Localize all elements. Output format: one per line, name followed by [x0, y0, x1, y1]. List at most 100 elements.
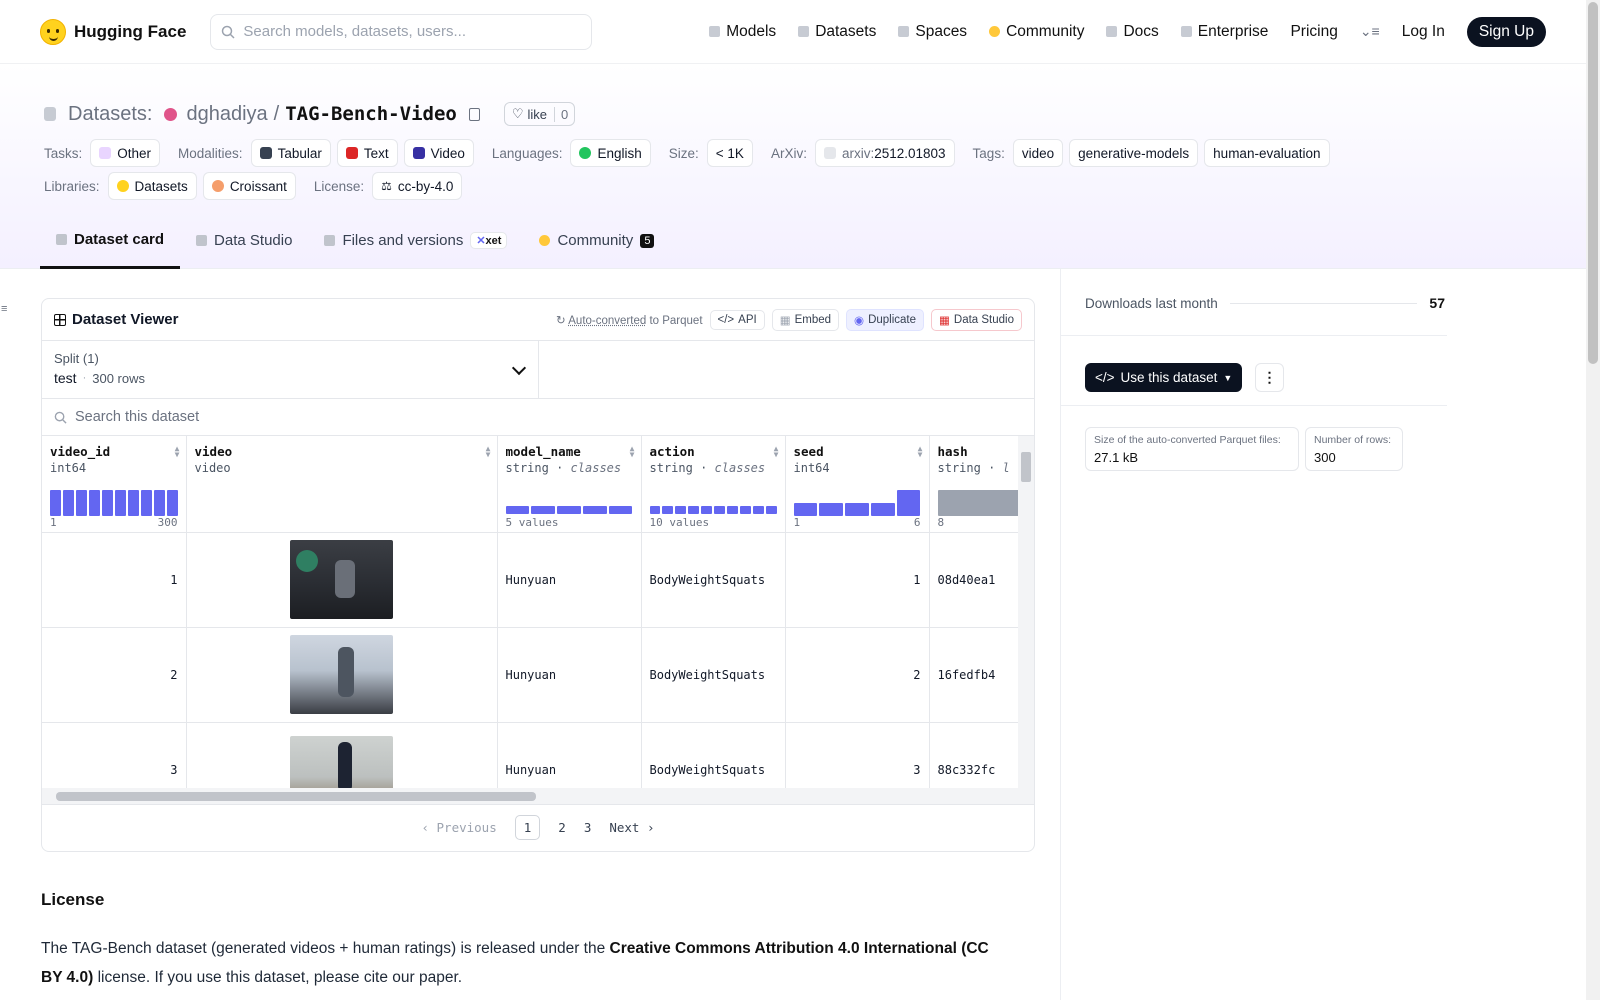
refresh-icon: ↻ [556, 314, 566, 327]
table-vertical-scrollbar[interactable] [1018, 436, 1034, 804]
copy-icon[interactable] [468, 107, 480, 121]
page-scroll-thumb[interactable] [1588, 2, 1598, 364]
like-button[interactable]: ♡ like 0 [503, 102, 576, 126]
histogram-bar [714, 505, 725, 514]
cell-video-id: 2 [42, 627, 187, 723]
table-row[interactable]: 1 Hunyuan BodyWeightSquats 1 08d40ea1 [42, 532, 1034, 628]
sort-icon[interactable]: ▲ ▼ [630, 445, 635, 459]
histogram-bar [896, 489, 921, 516]
histogram-bar [114, 489, 126, 516]
more-options-button[interactable]: ⋮ [1255, 363, 1284, 392]
tab-dataset-card[interactable]: Dataset card [40, 212, 181, 269]
tag-arxiv[interactable]: arxiv: 2512.01803 [814, 139, 955, 167]
split-selector[interactable]: Split (1) test · 300 rows [42, 341, 539, 398]
viewer-data-studio-button[interactable]: ▦ Data Studio [931, 308, 1022, 331]
pager-page-3[interactable]: 3 [584, 820, 592, 835]
page-scrollbar[interactable] [1586, 0, 1600, 1000]
table-horizontal-scrollbar[interactable] [42, 788, 1020, 804]
nav-datasets[interactable]: Datasets [798, 23, 876, 41]
duplicate-button[interactable]: ◉ Duplicate [846, 308, 925, 331]
tag-modality-text[interactable]: Text [336, 139, 398, 167]
owner-link[interactable]: dghadiya [186, 103, 267, 126]
datasets-section-link[interactable]: Datasets: [68, 103, 152, 126]
datasets-icon [798, 26, 810, 37]
signup-button[interactable]: Sign Up [1466, 16, 1546, 47]
col-type: int64 [793, 461, 830, 475]
dataset-search[interactable] [42, 399, 1034, 436]
sort-icon[interactable]: ▲ ▼ [918, 445, 923, 459]
col-header-model-name[interactable]: model_name string · classes ▲ ▼ 5 values [497, 436, 642, 533]
brand-logo[interactable]: Hugging Face [40, 18, 186, 45]
more-menu-icon[interactable]: ⌄≡ [1360, 23, 1380, 40]
tab-community[interactable]: Community 5 [523, 212, 670, 269]
tag-task-other[interactable]: Other [90, 139, 161, 167]
video-thumbnail[interactable] [290, 635, 393, 714]
tag-size[interactable]: < 1K [706, 139, 753, 167]
tag-library-datasets[interactable]: Datasets [107, 172, 197, 200]
sort-icon[interactable]: ▲ ▼ [175, 445, 180, 459]
col-header-action[interactable]: action string · classes ▲ ▼ 10 values [641, 436, 786, 533]
col-type-extra: classes [570, 461, 622, 475]
cell-video[interactable] [186, 532, 498, 628]
histogram-bar [845, 502, 869, 516]
histogram-bar [140, 489, 152, 516]
viewer-data-studio-label: Data Studio [953, 313, 1014, 326]
nav-enterprise[interactable]: Enterprise [1180, 23, 1268, 41]
tag-modality-video[interactable]: Video [403, 139, 474, 167]
pager-previous[interactable]: ‹ Previous [421, 820, 496, 835]
col-name: seed [793, 444, 824, 459]
api-button[interactable]: </> API [709, 309, 765, 330]
tag-generative-models[interactable]: generative-models [1069, 139, 1199, 167]
tag-library-croissant[interactable]: Croissant [202, 172, 296, 200]
split-rows: 300 rows [92, 370, 145, 386]
nav-pricing[interactable]: Pricing [1290, 23, 1337, 41]
col-header-video-id[interactable]: video_id int64 ▲ ▼ 1 300 [42, 436, 187, 533]
parquet-size-label: Size of the auto-converted Parquet files… [1094, 434, 1281, 446]
pager-page-1[interactable]: 1 [514, 815, 541, 840]
histogram-bar [675, 505, 687, 514]
sort-icon[interactable]: ▲ ▼ [774, 445, 779, 459]
pager-next[interactable]: Next › [609, 820, 654, 835]
login-link[interactable]: Log In [1402, 23, 1445, 41]
nav-models[interactable]: Models [709, 23, 776, 41]
sort-icon[interactable]: ▲ ▼ [486, 445, 491, 459]
table-row[interactable]: 2 Hunyuan BodyWeightSquats 2 16fedfb4 [42, 627, 1034, 723]
nav-models-label: Models [726, 22, 777, 40]
auto-converted-note[interactable]: ↻ Auto-converted to Parquet [556, 313, 702, 327]
use-dataset-button[interactable]: </> Use this dataset ▼ [1085, 363, 1243, 392]
downloads-stat: Downloads last month 57 [1085, 295, 1445, 311]
docs-icon [1106, 26, 1118, 37]
tag-modality-tabular[interactable]: Tabular [250, 139, 331, 167]
video-thumbnail[interactable] [290, 540, 393, 619]
global-search[interactable] [210, 13, 593, 50]
horizontal-scroll-thumb[interactable] [56, 792, 536, 801]
tag-human-evaluation[interactable]: human-evaluation [1204, 139, 1330, 167]
vertical-scroll-thumb[interactable] [1021, 452, 1031, 482]
nav-docs[interactable]: Docs [1106, 23, 1159, 41]
col-header-video[interactable]: video video ▲ ▼ [186, 436, 498, 533]
chevron-down-icon: ▼ [1223, 372, 1233, 383]
pager-page-2[interactable]: 2 [558, 820, 566, 835]
xet-label: xet [485, 235, 502, 247]
task-other-icon [99, 147, 112, 159]
hf-datasets-icon [116, 180, 129, 192]
histogram [505, 505, 633, 514]
nav-spaces[interactable]: Spaces [898, 23, 967, 41]
tab-files-and-versions[interactable]: Files and versions ✕xet [308, 212, 523, 269]
histogram [649, 505, 777, 514]
nav-pricing-label: Pricing [1290, 22, 1338, 40]
sidebar-toggle-icon[interactable]: ≡ [1, 303, 9, 315]
tag-license[interactable]: ⚖ cc-by-4.0 [372, 172, 463, 200]
dataset-search-input[interactable] [75, 409, 675, 425]
global-search-input[interactable] [243, 23, 564, 40]
col-header-seed[interactable]: seed int64 ▲ ▼ 1 6 [785, 436, 930, 533]
embed-button[interactable]: ▦ Embed [771, 308, 840, 331]
repo-name[interactable]: TAG-Bench-Video [285, 103, 457, 125]
cell-video[interactable] [186, 627, 498, 723]
nav-community[interactable]: Community [989, 23, 1084, 41]
auto-converted-label: Auto-converted [568, 314, 647, 327]
tag-language-english[interactable]: English [570, 139, 651, 167]
tag-video[interactable]: video [1012, 139, 1064, 167]
tab-data-studio[interactable]: Data Studio [180, 212, 308, 269]
histogram-bar [688, 505, 700, 514]
